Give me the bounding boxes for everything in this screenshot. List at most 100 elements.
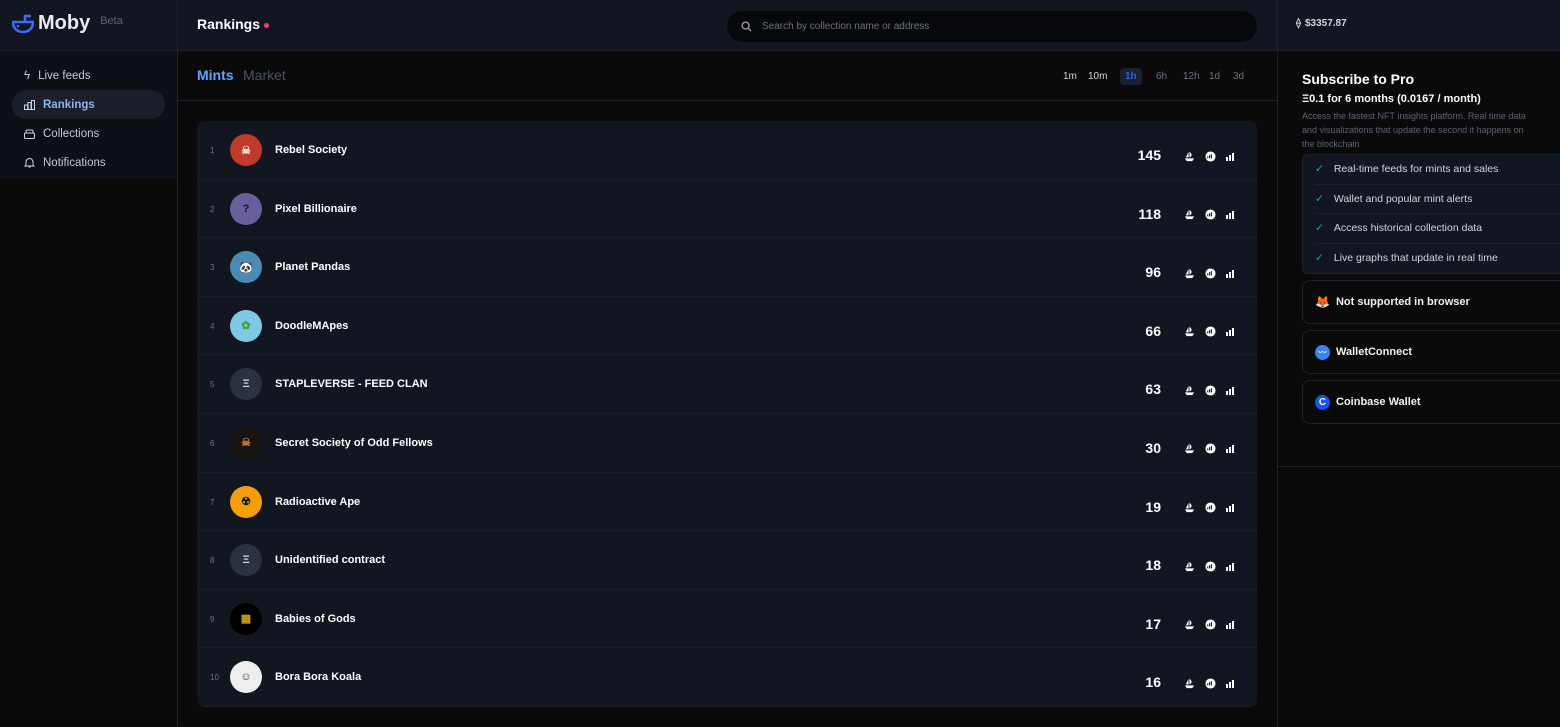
coinbase-icon: C [1315, 394, 1330, 410]
feature-label: Live graphs that update in real time [1333, 252, 1498, 265]
tab-mints[interactable]: Mints [197, 67, 234, 83]
chart-bars-icon[interactable] [1225, 150, 1237, 162]
opensea-icon[interactable] [1183, 502, 1195, 514]
live-dot [264, 23, 269, 28]
opensea-icon[interactable] [1183, 619, 1195, 631]
etherscan-icon[interactable] [1204, 326, 1216, 338]
opensea-icon[interactable] [1183, 677, 1195, 689]
opensea-icon[interactable] [1183, 209, 1195, 221]
opensea-icon[interactable] [1183, 326, 1195, 338]
opensea-icon[interactable] [1183, 267, 1195, 279]
chart-bars-icon[interactable] [1225, 677, 1237, 689]
etherscan-icon[interactable] [1204, 560, 1216, 572]
wallet-label: Coinbase Wallet [1336, 396, 1421, 408]
whale-logo-icon [12, 14, 34, 33]
rank: 10 [210, 673, 219, 683]
etherscan-icon[interactable] [1204, 443, 1216, 455]
search-input[interactable] [762, 21, 1242, 32]
etherscan-icon[interactable] [1204, 209, 1216, 221]
etherscan-icon[interactable] [1204, 150, 1216, 162]
chart-bars-icon[interactable] [1225, 619, 1237, 631]
search-bar[interactable] [727, 11, 1257, 42]
rank: 8 [210, 556, 215, 566]
search-icon [741, 21, 752, 32]
collection-avatar: ▦ [230, 602, 262, 635]
opensea-icon[interactable] [1183, 384, 1195, 396]
table-row[interactable]: 2 ? Pixel Billionaire 118 [197, 180, 1257, 239]
mint-count: 30 [1145, 439, 1161, 456]
rank: 1 [210, 146, 215, 155]
chart-bars-icon[interactable] [1225, 502, 1237, 514]
collection-avatar: Ξ [230, 544, 262, 577]
etherscan-icon[interactable] [1204, 619, 1216, 631]
metamask-button[interactable]: 🦊 Not supported in browser [1302, 280, 1560, 324]
collection-avatar: ☠ [230, 426, 262, 459]
collection-avatar: ☠ [230, 134, 262, 166]
timeframe-12h[interactable]: 12h [1178, 68, 1205, 85]
etherscan-icon[interactable] [1204, 677, 1216, 689]
eth-price-value: $3357.87 [1304, 18, 1347, 29]
chart-bars-icon[interactable] [1225, 326, 1237, 338]
walletconnect-button[interactable]: 〰 WalletConnect [1302, 330, 1560, 374]
table-row[interactable]: 4 ✿ DoodleMApes 66 [197, 297, 1257, 356]
chart-bars-icon[interactable] [1225, 560, 1237, 572]
chart-bars-icon[interactable] [1225, 443, 1237, 455]
coinbase-wallet-button[interactable]: C Coinbase Wallet [1302, 380, 1560, 424]
collection-name[interactable]: Unidentified contract [275, 554, 385, 566]
chart-bars-icon[interactable] [1225, 209, 1237, 221]
pro-panel: Subscribe to Pro Ξ0.1 for 6 months (0.01… [1278, 51, 1560, 467]
check-icon: ✓ [1315, 252, 1324, 265]
rank: 4 [210, 321, 215, 331]
mint-count: 19 [1145, 498, 1161, 515]
timeframe-3d[interactable]: 3d [1228, 68, 1249, 85]
table-row[interactable]: 3 🐼 Planet Pandas 96 [197, 238, 1257, 297]
table-row[interactable]: 7 ☢ Radioactive Ape 19 [197, 473, 1257, 532]
sidebar-item-live-feeds[interactable]: ϟ Live feeds [12, 61, 165, 90]
table-row[interactable]: 1 ☠ Rebel Society 145 [197, 121, 1257, 180]
table-row[interactable]: 10 ☺ Bora Bora Koala 16 [197, 648, 1257, 707]
collection-name[interactable]: Radioactive Ape [275, 496, 360, 508]
collection-name[interactable]: STAPLEVERSE - FEED CLAN [275, 378, 428, 390]
collection-avatar: ? [230, 192, 262, 225]
mint-count: 16 [1145, 674, 1161, 691]
collection-name[interactable]: Bora Bora Koala [275, 671, 361, 683]
opensea-icon[interactable] [1183, 150, 1195, 162]
table-row[interactable]: 8 Ξ Unidentified contract 18 [197, 531, 1257, 590]
rank: 7 [210, 497, 215, 507]
collection-name[interactable]: Secret Society of Odd Fellows [275, 437, 433, 449]
collection-avatar: ☺ [230, 661, 262, 694]
timeframe-6h[interactable]: 6h [1151, 68, 1172, 85]
table-row[interactable]: 9 ▦ Babies of Gods 17 [197, 590, 1257, 649]
sidebar-item-collections[interactable]: Collections [12, 119, 165, 148]
collection-name[interactable]: Rebel Society [275, 144, 347, 156]
collection-avatar: Ξ [230, 368, 262, 401]
sidebar-item-notifications[interactable]: Notifications [12, 148, 165, 177]
collection-name[interactable]: Planet Pandas [275, 261, 350, 273]
etherscan-icon[interactable] [1204, 267, 1216, 279]
sidebar-item-label: Rankings [43, 98, 95, 111]
wallet-label: WalletConnect [1336, 346, 1412, 358]
opensea-icon[interactable] [1183, 443, 1195, 455]
timeframe-1d[interactable]: 1d [1204, 68, 1225, 85]
collection-name[interactable]: Babies of Gods [275, 613, 356, 625]
opensea-icon[interactable] [1183, 560, 1195, 572]
timeframe-10m[interactable]: 10m [1083, 68, 1112, 85]
table-row[interactable]: 6 ☠ Secret Society of Odd Fellows 30 [197, 414, 1257, 473]
collection-name[interactable]: DoodleMApes [275, 320, 348, 332]
sub-header: Mints Market 1m 10m 1h 6h 12h 1d 3d [178, 51, 1277, 101]
feature-item: ✓ Live graphs that update in real time [1315, 244, 1560, 274]
page-title: Rankings [197, 16, 261, 32]
collection-name[interactable]: Pixel Billionaire [275, 203, 357, 215]
etherscan-icon[interactable] [1204, 384, 1216, 396]
tab-market[interactable]: Market [243, 67, 286, 83]
table-row[interactable]: 5 Ξ STAPLEVERSE - FEED CLAN 63 [197, 355, 1257, 414]
sidebar-item-label: Notifications [43, 156, 106, 169]
etherscan-icon[interactable] [1204, 502, 1216, 514]
chart-bars-icon[interactable] [1225, 267, 1237, 279]
timeframe-1m[interactable]: 1m [1058, 68, 1082, 85]
timeframe-1h[interactable]: 1h [1120, 68, 1142, 85]
chart-bars-icon[interactable] [1225, 384, 1237, 396]
sidebar-item-rankings[interactable]: Rankings [12, 90, 165, 119]
bell-icon [24, 158, 35, 168]
logo[interactable]: Moby Beta [12, 12, 123, 35]
